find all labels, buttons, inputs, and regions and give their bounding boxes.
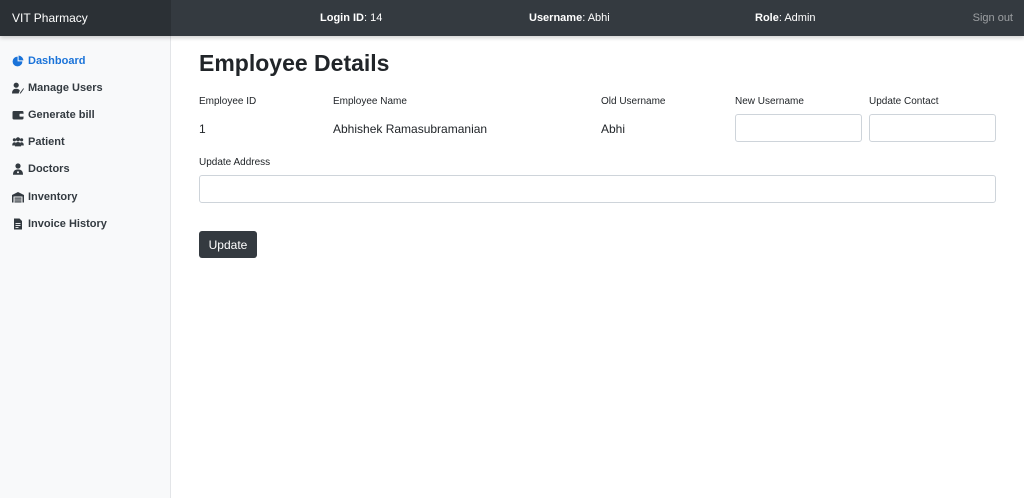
warehouse-icon (12, 191, 24, 203)
role-info: Role: Admin (755, 0, 816, 36)
sidebar-item-patient[interactable]: Patient (12, 132, 65, 152)
sidebar-item-label: Dashboard (28, 55, 86, 67)
sidebar-item-label: Inventory (28, 191, 78, 203)
role-label: Role (755, 12, 779, 24)
sidebar-item-label: Generate bill (28, 109, 95, 121)
sidebar-item-generate-bill[interactable]: Generate bill (12, 105, 95, 125)
login-id-info: Login ID: 14 (320, 0, 382, 36)
sidebar-item-label: Invoice History (28, 218, 107, 230)
sign-out-link[interactable]: Sign out (973, 0, 1013, 36)
old-username-value: Abhi (601, 122, 626, 136)
update-address-input[interactable] (199, 175, 996, 203)
sidebar-item-inventory[interactable]: Inventory (12, 187, 78, 207)
employee-id-value: 1 (199, 122, 206, 136)
update-contact-label: Update Contact (869, 96, 939, 107)
update-contact-input[interactable] (869, 114, 996, 142)
sidebar-item-label: Doctors (28, 163, 70, 175)
sidebar-item-manage-users[interactable]: Manage Users (12, 78, 103, 98)
employee-id-label: Employee ID (199, 96, 257, 107)
top-navbar: VIT Pharmacy Login ID: 14 Username: Abhi… (0, 0, 1024, 36)
doctor-icon (12, 163, 24, 175)
sidebar: Dashboard Manage Users Generate bill Pat… (0, 36, 171, 498)
role-value: : Admin (778, 12, 816, 24)
sidebar-item-label: Patient (28, 136, 65, 148)
sidebar-item-dashboard[interactable]: Dashboard (12, 51, 85, 71)
user-edit-icon (12, 82, 24, 94)
username-value: : Abhi (582, 12, 610, 24)
employee-name-label: Employee Name (333, 96, 407, 107)
invoice-icon (12, 218, 24, 230)
old-username-label: Old Username (601, 96, 666, 107)
page-title: Employee Details (199, 50, 390, 76)
update-button[interactable]: Update (199, 231, 257, 258)
login-id-value: : 14 (364, 12, 383, 24)
sidebar-item-label: Manage Users (28, 82, 103, 94)
sidebar-item-invoice-history[interactable]: Invoice History (12, 214, 107, 234)
sidebar-item-doctors[interactable]: Doctors (12, 159, 70, 179)
new-username-label: New Username (735, 96, 804, 107)
username-label: Username (529, 12, 583, 24)
brand-name[interactable]: VIT Pharmacy (0, 0, 171, 36)
update-address-label: Update Address (199, 157, 271, 168)
wallet-icon (12, 109, 24, 121)
pie-chart-icon (12, 55, 24, 67)
username-info: Username: Abhi (529, 0, 610, 36)
new-username-input[interactable] (735, 114, 862, 142)
employee-name-value: Abhishek Ramasubramanian (333, 122, 488, 136)
login-id-label: Login ID (320, 12, 364, 24)
users-icon (12, 136, 24, 148)
